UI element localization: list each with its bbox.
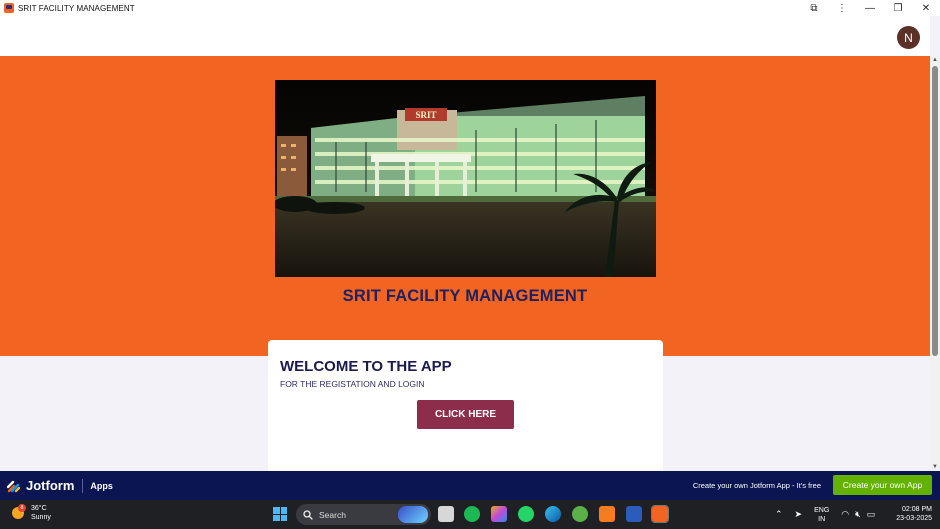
search-label: Search bbox=[319, 509, 346, 520]
close-button[interactable]: ✕ bbox=[912, 0, 940, 16]
welcome-card: WELCOME TO THE APP FOR THE REGISTATION A… bbox=[268, 340, 663, 475]
location-arrow-icon[interactable]: ➤ bbox=[795, 509, 803, 520]
clock-time: 02:08 PM bbox=[902, 506, 932, 513]
maximize-button[interactable]: ❐ bbox=[884, 0, 912, 16]
windows-taskbar: 8 36°C Sunny Search ⌃ ➤ ENG IN ◠ 🔇︎ ▭ 02… bbox=[0, 500, 940, 529]
show-hidden-icons-icon[interactable]: ⌃ bbox=[775, 509, 783, 520]
clock-date: 23-03-2025 bbox=[896, 515, 932, 522]
language-code: ENG bbox=[814, 506, 830, 514]
weather-widget[interactable]: 8 36°C Sunny bbox=[12, 504, 51, 522]
hero-banner: SRIT SRIT FACILITY MANAGEMENT bbox=[0, 56, 930, 356]
whatsapp-icon[interactable] bbox=[518, 506, 534, 522]
scroll-down-arrow-icon[interactable]: ▼ bbox=[932, 464, 938, 470]
word-icon[interactable] bbox=[626, 506, 642, 522]
card-heading: WELCOME TO THE APP bbox=[280, 358, 452, 375]
edge-browser-icon[interactable] bbox=[545, 506, 561, 522]
jotform-apps-label: Apps bbox=[90, 480, 113, 491]
system-tray: ⌃ ➤ ENG IN ◠ 🔇︎ ▭ bbox=[775, 500, 887, 529]
building-sign-text: SRIT bbox=[415, 110, 436, 120]
region-code: IN bbox=[818, 515, 826, 523]
app-header: N bbox=[0, 16, 930, 56]
vertical-scrollbar[interactable]: ▲ ▼ bbox=[930, 56, 940, 471]
extensions-icon[interactable]: ⧉ bbox=[800, 0, 828, 16]
page-title: SRIT FACILITY MANAGEMENT bbox=[342, 287, 588, 305]
srit-app-icon[interactable] bbox=[651, 505, 669, 523]
taskbar-search[interactable]: Search bbox=[296, 504, 431, 525]
copilot-icon[interactable] bbox=[491, 506, 507, 522]
speaker-muted-icon[interactable]: 🔇︎ bbox=[855, 509, 861, 520]
xampp-icon[interactable] bbox=[599, 506, 615, 522]
avatar[interactable]: N bbox=[897, 26, 920, 49]
windows-start-icon[interactable] bbox=[273, 507, 287, 521]
search-highlight-icon bbox=[398, 506, 428, 523]
jotform-promo-text: Create your own Jotform App - It's free bbox=[692, 481, 821, 490]
weather-condition: Sunny bbox=[31, 514, 51, 521]
more-options-icon[interactable]: ⋮ bbox=[828, 0, 856, 16]
jotform-divider bbox=[82, 478, 84, 493]
jotform-logo-icon bbox=[7, 480, 21, 492]
app-logo-icon bbox=[4, 3, 14, 13]
search-icon bbox=[303, 509, 313, 520]
window-title: SRIT FACILITY MANAGEMENT bbox=[18, 3, 135, 13]
file-explorer-icon[interactable] bbox=[438, 506, 454, 522]
jotform-bar: Jotform Apps Create your own Jotform App… bbox=[0, 471, 940, 500]
scrollbar-thumb[interactable] bbox=[932, 66, 938, 356]
window-controls: ⧉ ⋮ — ❐ ✕ bbox=[800, 0, 940, 16]
wifi-icon[interactable]: ◠ bbox=[841, 509, 849, 520]
jotform-brand[interactable]: Jotform bbox=[26, 478, 74, 493]
create-app-button[interactable]: Create your own App bbox=[833, 475, 932, 495]
sun-icon: 8 bbox=[12, 504, 26, 519]
window-titlebar: SRIT FACILITY MANAGEMENT ⧉ ⋮ — ❐ ✕ bbox=[0, 0, 940, 16]
minimize-button[interactable]: — bbox=[856, 0, 884, 16]
scroll-up-arrow-icon[interactable]: ▲ bbox=[932, 57, 938, 63]
card-subtitle: FOR THE REGISTATION AND LOGIN bbox=[280, 379, 425, 389]
spotify-icon[interactable] bbox=[464, 506, 480, 522]
click-here-button[interactable]: CLICK HERE bbox=[417, 400, 514, 429]
taskbar-clock[interactable]: 02:08 PM 23-03-2025 bbox=[896, 505, 932, 523]
battery-icon[interactable]: ▭ bbox=[867, 509, 876, 520]
git-icon[interactable] bbox=[572, 506, 588, 522]
language-indicator[interactable]: ENG IN bbox=[814, 506, 829, 524]
weather-badge: 8 bbox=[18, 504, 26, 512]
weather-temperature: 36°C bbox=[31, 505, 47, 512]
campus-building-photo: SRIT bbox=[275, 80, 656, 277]
